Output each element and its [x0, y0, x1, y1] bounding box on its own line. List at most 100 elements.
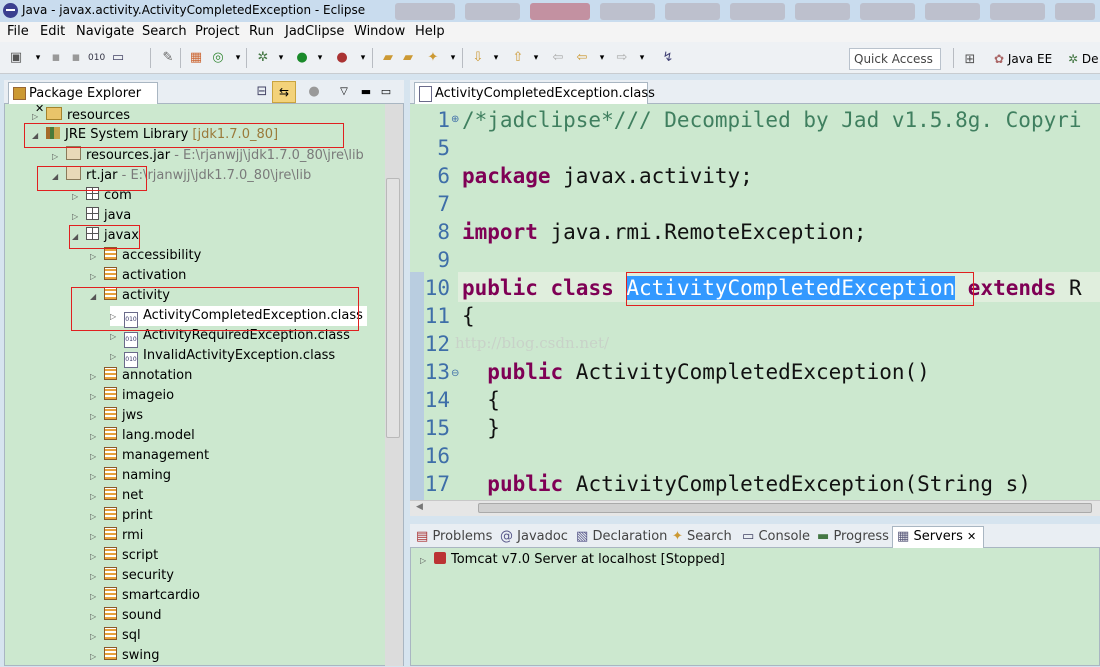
line-number: 17 [424, 472, 450, 496]
minimize-icon[interactable]: ▬ [358, 84, 374, 100]
line-number: 9 [437, 248, 450, 272]
code-line-6: package javax.activity; [462, 164, 753, 188]
tab-javadoc[interactable]: @ Javadoc [500, 529, 568, 544]
menu-search[interactable]: Search [142, 24, 187, 39]
prev-annotation-icon[interactable]: ⇧ [510, 50, 526, 66]
package-icon [104, 627, 117, 640]
run-icon[interactable]: ● [294, 50, 310, 66]
package-icon [104, 607, 117, 620]
tree-item-invalid-activity-exception[interactable]: ▷ 010 InvalidActivityException.class [110, 346, 335, 368]
collapse-all-icon[interactable]: ⊟ [254, 84, 270, 100]
tab-search[interactable]: ✦ Search [672, 529, 732, 544]
fold-icon[interactable]: ⊕ [451, 114, 459, 125]
open-perspective-icon[interactable]: ⊞ [962, 52, 978, 68]
server-row[interactable]: ▷ Tomcat v7.0 Server at localhost [Stoppe… [420, 550, 725, 570]
line-number: 14 [424, 388, 450, 412]
package-icon[interactable]: ▦ [188, 50, 204, 66]
external-tools-icon[interactable]: ● [334, 50, 350, 66]
menu-edit[interactable]: Edit [40, 24, 65, 39]
package-icon [104, 467, 117, 480]
perspective-java-ee[interactable]: ✿ Java EE [994, 52, 1052, 66]
tree-item-activation[interactable]: ▷ activation [90, 266, 186, 286]
forward-icon[interactable]: ⇨ [614, 50, 630, 66]
menu-jadclipse[interactable]: JadClipse [285, 24, 344, 39]
perspective-debug[interactable]: ✲ De [1068, 52, 1099, 66]
tab-console[interactable]: ▭ Console [742, 529, 810, 544]
menu-help[interactable]: Help [415, 24, 445, 39]
tree-item-sql[interactable]: ▷ sql [90, 626, 141, 646]
save-icon[interactable]: ▪ [48, 50, 64, 66]
tab-declaration[interactable]: ▧ Declaration [576, 529, 667, 544]
package-icon [104, 407, 117, 420]
tree-item-java[interactable]: ▷ java [72, 206, 131, 226]
back-icon[interactable]: ⇦ [574, 50, 590, 66]
tomcat-icon [434, 552, 446, 564]
view-menu-icon[interactable]: ▽ [336, 84, 352, 100]
close-icon[interactable]: ✕ [967, 530, 976, 543]
quick-access-input[interactable]: Quick Access [849, 48, 941, 70]
menu-project[interactable]: Project [195, 24, 239, 39]
tab-problems[interactable]: ▤ Problems [416, 529, 492, 544]
tree-item-accessibility[interactable]: ▷ accessibility [90, 246, 201, 266]
menu-window[interactable]: Window [354, 24, 405, 39]
package-icon [104, 587, 117, 600]
pin-icon[interactable]: ✎ [160, 50, 176, 66]
jad-icon[interactable]: ↯ [660, 50, 676, 66]
tree-item-jws[interactable]: ▷ jws [90, 406, 143, 426]
line-number: 1 [437, 108, 450, 132]
binary-icon[interactable]: 010 [88, 50, 105, 66]
open-folder-icon[interactable]: ▰ [400, 50, 416, 66]
class-file-icon [419, 86, 432, 102]
line-number-gutter: 1 ⊕ 5 6 7 8 9 10 11 12 13 ⊖ 14 15 16 17 [410, 104, 460, 500]
editor-tab[interactable]: ActivityCompletedException.class ✕ [414, 82, 655, 115]
tree-item-security[interactable]: ▷ security [90, 566, 174, 586]
tree-item-imageio[interactable]: ▷ imageio [90, 386, 174, 406]
editor-scroll-thumb[interactable] [478, 503, 1092, 513]
package-explorer-tab[interactable]: Package Explorer ✕ [8, 82, 158, 115]
line-number: 7 [437, 192, 450, 216]
tab-servers[interactable]: ▦ Servers ✕ [897, 529, 976, 544]
line-number: 11 [424, 304, 450, 328]
package-explorer-scroll-thumb[interactable] [386, 178, 400, 438]
maximize-icon[interactable]: ▭ [378, 84, 394, 100]
tab-progress[interactable]: ▬ Progress [817, 529, 889, 544]
last-edit-icon[interactable]: ⇦ [550, 50, 566, 66]
tree-item-management[interactable]: ▷ management [90, 446, 209, 466]
refresh-icon[interactable]: ◎ [210, 50, 226, 66]
tree-item-resources-jar[interactable]: ▷ resources.jar - E:\rjanwjj\jdk1.7.0_80\… [52, 146, 364, 166]
fold-icon[interactable]: ⊖ [451, 368, 459, 379]
background-tab [795, 3, 850, 20]
tree-item-net[interactable]: ▷ net [90, 486, 143, 506]
next-annotation-icon[interactable]: ⇩ [470, 50, 486, 66]
save-all-icon[interactable]: ▪ [68, 50, 84, 66]
console-icon[interactable]: ▭ [110, 50, 126, 66]
scroll-left-icon[interactable]: ◀ [416, 502, 423, 512]
tree-item-sound[interactable]: ▷ sound [90, 606, 161, 626]
code-line-13: public ActivityCompletedException() [487, 360, 930, 384]
background-tab [395, 3, 455, 20]
tree-item-print[interactable]: ▷ print [90, 506, 153, 526]
tree-item-swing[interactable]: ▷ swing [90, 646, 160, 666]
focus-icon[interactable]: ● [306, 84, 322, 100]
open-type-icon[interactable]: ▰ [380, 50, 396, 66]
menu-run[interactable]: Run [249, 24, 274, 39]
tree-item-script[interactable]: ▷ script [90, 546, 158, 566]
code-line-11: { [462, 304, 475, 328]
tree-item-lang-model[interactable]: ▷ lang.model [90, 426, 195, 446]
new-icon[interactable]: ▣ [8, 50, 24, 66]
search-icon[interactable]: ✦ [425, 50, 441, 66]
debug-icon[interactable]: ✲ [255, 50, 271, 66]
link-with-editor-icon[interactable]: ⇆ [272, 81, 296, 103]
package-icon [104, 447, 117, 460]
menu-navigate[interactable]: Navigate [76, 24, 134, 39]
menu-bar: File Edit Navigate Search Project Run Ja… [0, 22, 1100, 42]
tree-item-naming[interactable]: ▷ naming [90, 466, 171, 486]
package-icon [86, 207, 99, 220]
tree-item-smartcardio[interactable]: ▷ smartcardio [90, 586, 200, 606]
window-title: Java - javax.activity.ActivityCompletedE… [22, 3, 366, 17]
menu-file[interactable]: File [7, 24, 29, 39]
tree-item-annotation[interactable]: ▷ annotation [90, 366, 192, 386]
line-number: 16 [424, 444, 450, 468]
line-number: 10 [424, 276, 450, 300]
tree-item-rmi[interactable]: ▷ rmi [90, 526, 143, 546]
